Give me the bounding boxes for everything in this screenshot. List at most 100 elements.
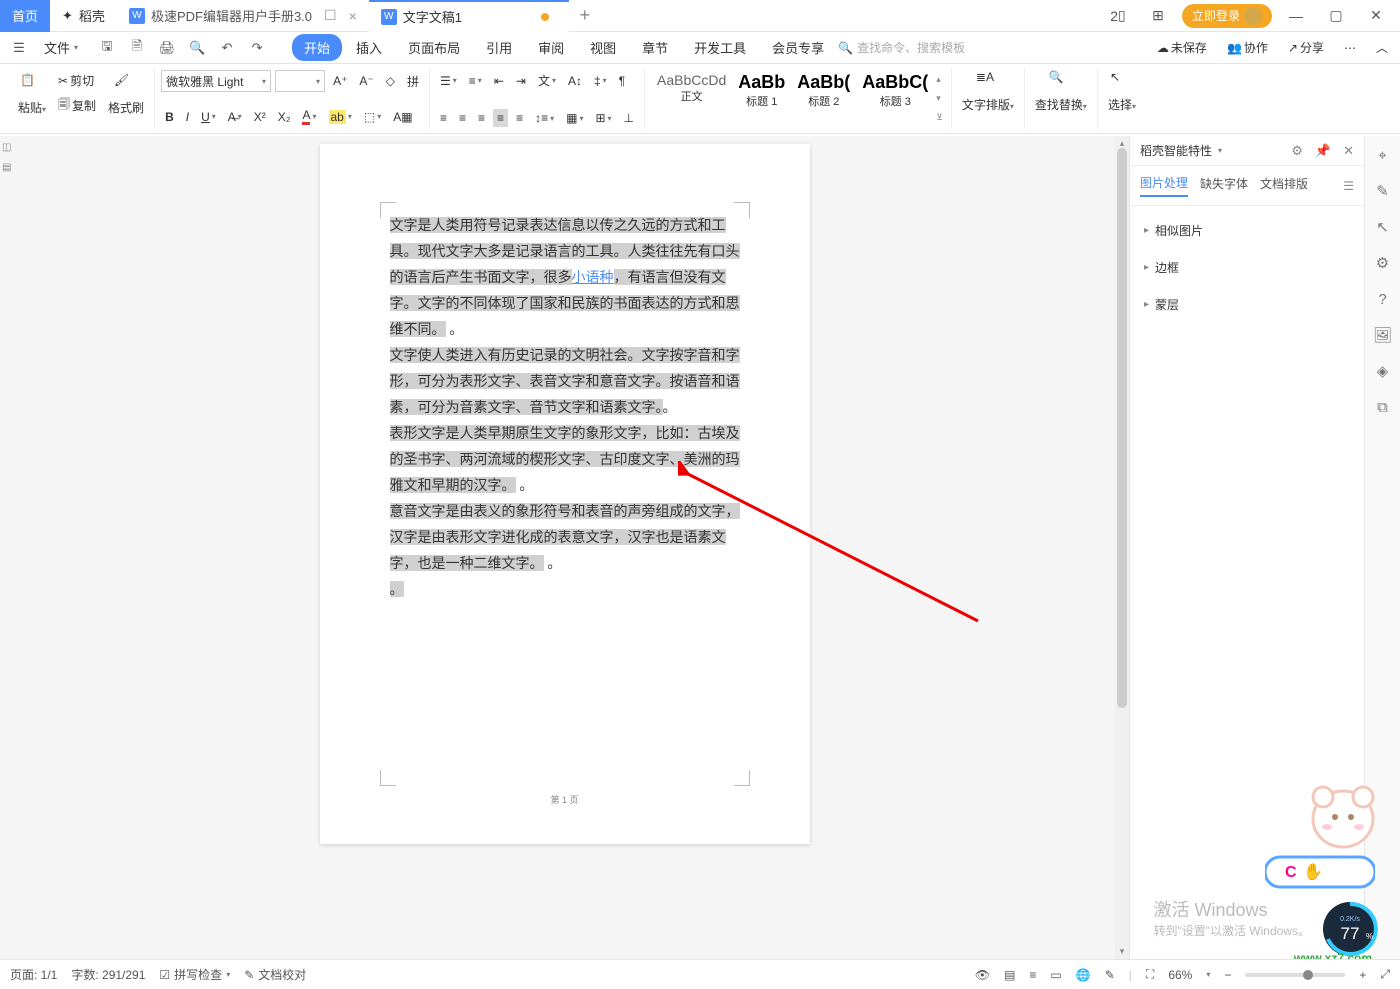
status-proofread[interactable]: ✎ 文档校对 bbox=[244, 966, 306, 983]
tabs-icon[interactable]: ⊥ bbox=[620, 109, 638, 127]
menutab-start[interactable]: 开始 bbox=[292, 34, 342, 61]
side-tab-layout[interactable]: 文档排版 bbox=[1260, 175, 1308, 196]
font-size-select[interactable]: ▾ bbox=[275, 70, 325, 92]
highlight-icon[interactable]: ab▾ bbox=[325, 108, 356, 126]
zoom-fit-icon[interactable]: ⛶ bbox=[1146, 967, 1154, 982]
rail-help-icon[interactable]: ? bbox=[1372, 288, 1394, 310]
sort-icon[interactable]: A↕ bbox=[564, 72, 586, 90]
save-as-icon[interactable]: 🗎 bbox=[126, 37, 148, 59]
network-gauge-icon[interactable]: 0.2K/s 77 % bbox=[1320, 899, 1380, 959]
command-search[interactable]: 🔍 查找命令、搜索模板 bbox=[838, 39, 965, 56]
status-wordcount[interactable]: 字数: 291/291 bbox=[71, 966, 145, 983]
menutab-references[interactable]: 引用 bbox=[474, 34, 524, 61]
rail-cursor-icon[interactable]: ↖ bbox=[1372, 216, 1394, 238]
zoom-slider[interactable] bbox=[1245, 973, 1345, 977]
rail-assist-icon[interactable]: ⌖ bbox=[1372, 144, 1394, 166]
border-icon[interactable]: ⊞▾ bbox=[591, 109, 615, 127]
side-item-mask[interactable]: 蒙层 bbox=[1130, 286, 1364, 323]
view-print-icon[interactable]: ▤ bbox=[1004, 968, 1015, 982]
menutab-review[interactable]: 审阅 bbox=[526, 34, 576, 61]
collapse-ribbon-icon[interactable]: ︿ bbox=[1372, 37, 1392, 58]
document-text[interactable]: 文字是人类用符号记录表达信息以传之久远的方式和工具。现代文字大多是记录语言的工具… bbox=[390, 212, 740, 602]
layout-switch-icon[interactable]: 2▯ bbox=[1102, 2, 1134, 30]
side-item-border[interactable]: 边框 bbox=[1130, 249, 1364, 286]
subscript-icon[interactable]: X₂ bbox=[274, 108, 295, 126]
rail-pencil-icon[interactable]: ✎ bbox=[1372, 180, 1394, 202]
menutab-page-layout[interactable]: 页面布局 bbox=[396, 34, 472, 61]
find-replace-button[interactable]: 🔍 查找替换▾ bbox=[1031, 70, 1091, 113]
close-icon[interactable]: ✕ bbox=[1343, 143, 1354, 159]
indent-dec-icon[interactable]: ⇤ bbox=[490, 72, 508, 90]
login-button[interactable]: 立即登录 bbox=[1182, 4, 1272, 28]
align-left-icon[interactable]: ≡ bbox=[436, 109, 451, 127]
more-icon[interactable]: ⋯ bbox=[1340, 39, 1360, 57]
rail-settings-icon[interactable]: ⚙ bbox=[1372, 252, 1394, 274]
style-scroll[interactable]: ▴▾⊻ bbox=[934, 70, 945, 127]
align-center-icon[interactable]: ≡ bbox=[455, 109, 470, 127]
char-shading-icon[interactable]: A▦ bbox=[389, 108, 416, 126]
decrease-font-icon[interactable]: A⁻ bbox=[355, 72, 377, 90]
asian-layout-icon[interactable]: 文▾ bbox=[534, 70, 560, 91]
bullets-icon[interactable]: ☰▾ bbox=[436, 72, 461, 90]
tab-home[interactable]: 首页 bbox=[0, 0, 50, 32]
eye-mode-icon[interactable]: 👁 bbox=[975, 968, 990, 982]
view-web-icon[interactable]: 🌐 bbox=[1076, 968, 1091, 982]
phonetic-icon[interactable]: 拼 bbox=[403, 71, 423, 92]
status-spellcheck[interactable]: ☑ 拼写检查 ▾ bbox=[159, 966, 230, 983]
file-menu[interactable]: 文件▾ bbox=[38, 36, 84, 59]
grid-icon[interactable]: ⊞ bbox=[1142, 2, 1174, 30]
indent-inc-icon[interactable]: ⇥ bbox=[512, 72, 530, 90]
pin-icon[interactable]: 📌 bbox=[1315, 143, 1331, 159]
line-height-icon[interactable]: ↕≡▾ bbox=[531, 109, 558, 127]
rail-book-icon[interactable]: ⧉ bbox=[1372, 396, 1394, 418]
view-focus-icon[interactable]: ✎ bbox=[1105, 968, 1115, 982]
hyperlink[interactable]: 小语种 bbox=[572, 269, 614, 285]
tab-pdf-manual[interactable]: W 极速PDF编辑器用户手册3.0 ☐ × bbox=[117, 0, 369, 32]
minimize-button[interactable]: — bbox=[1280, 2, 1312, 30]
char-border-icon[interactable]: ⬚▾ bbox=[360, 108, 385, 126]
coop-button[interactable]: 👥 协作 bbox=[1223, 37, 1272, 58]
select-button[interactable]: ↖ 选择▾ bbox=[1104, 70, 1140, 113]
tab-add-button[interactable]: + bbox=[569, 5, 601, 26]
style-h1[interactable]: AaBb标题 1 bbox=[732, 70, 791, 127]
align-right-icon[interactable]: ≡ bbox=[474, 109, 489, 127]
status-page[interactable]: 页面: 1/1 bbox=[10, 966, 57, 983]
zoom-out-button[interactable]: − bbox=[1224, 968, 1231, 982]
bold-icon[interactable]: B bbox=[161, 108, 178, 126]
hamburger-icon[interactable]: ☰ bbox=[8, 37, 30, 59]
zoom-in-button[interactable]: + bbox=[1359, 968, 1366, 982]
style-h3[interactable]: AaBbC(标题 3 bbox=[856, 70, 934, 127]
close-icon[interactable]: ☐ bbox=[324, 7, 337, 24]
fullscreen-icon[interactable]: ⤢ bbox=[1380, 967, 1390, 982]
text-layout-button[interactable]: ≣A 文字排版▾ bbox=[958, 70, 1018, 113]
save-icon[interactable]: 🖫 bbox=[96, 37, 118, 59]
underline-icon[interactable]: U▾ bbox=[197, 108, 220, 126]
rail-image-icon[interactable]: 🖼 bbox=[1372, 324, 1394, 346]
numbering-icon[interactable]: ≡▾ bbox=[465, 72, 486, 90]
menutab-insert[interactable]: 插入 bbox=[344, 34, 394, 61]
format-painter-button[interactable]: 🖌 格式刷 bbox=[104, 73, 148, 116]
side-tab-fonts[interactable]: 缺失字体 bbox=[1200, 175, 1248, 196]
undo-icon[interactable]: ↶ bbox=[216, 37, 238, 59]
view-outline-icon[interactable]: ≡ bbox=[1029, 968, 1036, 982]
clear-format-icon[interactable]: ◇ bbox=[382, 72, 399, 90]
align-distribute-icon[interactable]: ≡ bbox=[512, 109, 527, 127]
print-preview-icon[interactable]: 🔍 bbox=[186, 37, 208, 59]
maximize-button[interactable]: ▢ bbox=[1320, 2, 1352, 30]
vertical-scrollbar[interactable]: ▴▾ bbox=[1115, 136, 1129, 959]
paragraph-mark-icon[interactable]: ¶ bbox=[615, 72, 629, 90]
side-menu-icon[interactable]: ☰ bbox=[1343, 179, 1354, 193]
superscript-icon[interactable]: X² bbox=[250, 108, 270, 126]
tab-docer[interactable]: ✦ 稻壳 bbox=[50, 0, 117, 32]
strike-icon[interactable]: A̶▾ bbox=[224, 108, 246, 126]
side-tab-image[interactable]: 图片处理 bbox=[1140, 174, 1188, 197]
copy-button[interactable]: 🗐 复制 bbox=[54, 93, 100, 118]
font-color-icon[interactable]: A▾ bbox=[298, 106, 320, 127]
style-body[interactable]: AaBbCcDd正文 bbox=[651, 70, 732, 127]
redo-icon[interactable]: ↷ bbox=[246, 37, 268, 59]
menutab-view[interactable]: 视图 bbox=[578, 34, 628, 61]
gear-icon[interactable]: ⚙ bbox=[1291, 143, 1303, 159]
unsaved-button[interactable]: ☁ 未保存 bbox=[1153, 37, 1211, 58]
share-button[interactable]: ↗ 分享 bbox=[1284, 37, 1328, 58]
italic-icon[interactable]: I bbox=[182, 108, 193, 126]
